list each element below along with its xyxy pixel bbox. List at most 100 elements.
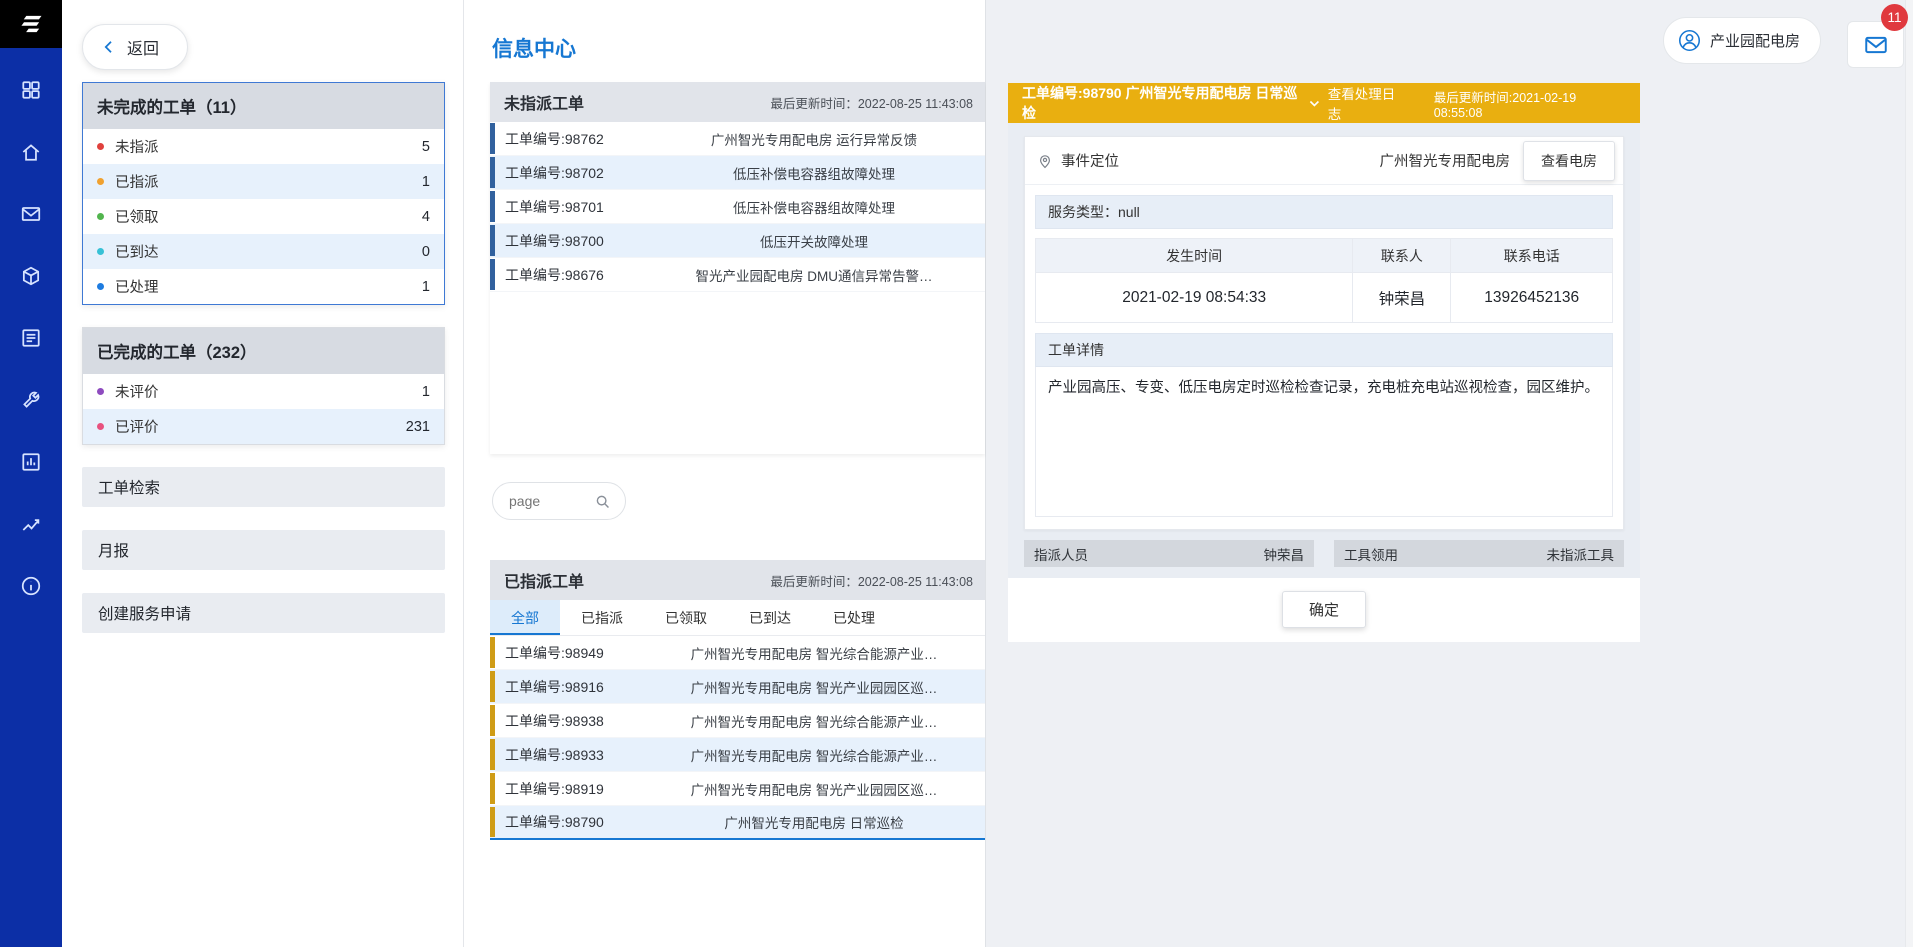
workorder-row[interactable]: 工单编号:98916 广州智光专用配电房 智光产业园园区巡… bbox=[490, 670, 985, 704]
status-dot bbox=[97, 423, 104, 430]
nav-about[interactable] bbox=[19, 574, 43, 598]
sidebar-item-monthly-report[interactable]: 月报 bbox=[82, 530, 445, 570]
view-log-link[interactable]: 查看处理日志 bbox=[1308, 83, 1408, 123]
workorder-row[interactable]: 工单编号:98762 广州智光专用配电房 运行异常反馈 bbox=[490, 122, 985, 156]
view-room-button[interactable]: 查看电房 bbox=[1523, 141, 1615, 181]
status-item-unrated[interactable]: 未评价 1 bbox=[83, 374, 444, 409]
col-header-time: 发生时间 bbox=[1036, 239, 1353, 273]
workorder-id: 工单编号:98700 bbox=[495, 231, 643, 251]
status-label: 已处理 bbox=[115, 276, 159, 297]
event-location-value: 广州智光专用配电房 bbox=[1380, 150, 1511, 171]
status-count: 5 bbox=[422, 139, 430, 155]
nav-dashboard[interactable] bbox=[19, 78, 43, 102]
unassigned-panel-header: 未指派工单 最后更新时间：2022-08-25 11:43:08 bbox=[490, 82, 985, 122]
search-icon[interactable] bbox=[594, 493, 611, 510]
page-scrollbar[interactable] bbox=[1905, 0, 1913, 947]
workorder-desc: 低压开关故障处理 bbox=[643, 231, 985, 251]
workorder-row[interactable]: 工单编号:98938 广州智光专用配电房 智光综合能源产业… bbox=[490, 704, 985, 738]
tab-processed[interactable]: 已处理 bbox=[812, 600, 896, 635]
mail-icon bbox=[20, 203, 42, 225]
logo-icon bbox=[17, 12, 45, 36]
page-search-input[interactable] bbox=[509, 493, 581, 509]
status-item-assigned[interactable]: 已指派 1 bbox=[83, 164, 444, 199]
grid-icon bbox=[20, 79, 42, 101]
status-count: 1 bbox=[422, 384, 430, 400]
workorder-desc: 广州智光专用配电房 智光产业园园区巡… bbox=[643, 779, 985, 799]
nav-messages[interactable] bbox=[19, 202, 43, 226]
status-label: 已到达 bbox=[115, 241, 159, 262]
workorder-row[interactable]: 工单编号:98919 广州智光专用配电房 智光产业园园区巡… bbox=[490, 772, 985, 806]
workorder-id: 工单编号:98676 bbox=[495, 265, 643, 285]
notification-count-badge: 11 bbox=[1881, 4, 1908, 31]
panel-title: 已指派工单 bbox=[504, 568, 584, 592]
status-item-rated[interactable]: 已评价 231 bbox=[83, 409, 444, 444]
tab-arrived[interactable]: 已到达 bbox=[728, 600, 812, 635]
workorder-row-selected[interactable]: 工单编号:98790 广州智光专用配电房 日常巡检 bbox=[490, 806, 985, 840]
panel-updated-time: 最后更新时间：2022-08-25 11:43:08 bbox=[770, 93, 973, 112]
status-item-claimed[interactable]: 已领取 4 bbox=[83, 199, 444, 234]
status-count: 1 bbox=[422, 174, 430, 190]
unfinished-orders-card: 未完成的工单（11） 未指派 5 已指派 1 已领取 4 已到达 0 已处理 1 bbox=[82, 82, 445, 305]
contact-table: 发生时间 联系人 联系电话 2021-02-19 08:54:33 钟荣昌 13… bbox=[1035, 238, 1613, 323]
page-title: 信息中心 bbox=[492, 33, 985, 63]
panel-updated-time: 最后更新时间：2022-08-25 11:43:08 bbox=[770, 571, 973, 590]
chevron-left-icon bbox=[101, 39, 117, 55]
status-count: 1 bbox=[422, 279, 430, 295]
workorder-desc: 智光产业园配电房 DMU通信异常告警… bbox=[643, 265, 985, 285]
assigned-order-list: 工单编号:98949 广州智光专用配电房 智光综合能源产业… 工单编号:9891… bbox=[490, 636, 985, 840]
detail-area: 工单编号:98790 广州智光专用配电房 日常巡检 查看处理日志 最后更新时间:… bbox=[986, 0, 1913, 947]
status-item-unassigned[interactable]: 未指派 5 bbox=[83, 129, 444, 164]
workorder-row[interactable]: 工单编号:98933 广州智光专用配电房 智光综合能源产业… bbox=[490, 738, 985, 772]
workorder-details-text: 产业园高压、专变、低压电房定时巡检检查记录，充电桩充电站巡视检查，园区维护。 bbox=[1035, 367, 1613, 517]
workorder-id: 工单编号:98702 bbox=[495, 163, 643, 183]
nav-reports[interactable] bbox=[19, 326, 43, 350]
panel-title: 未指派工单 bbox=[504, 90, 584, 114]
tools-value: 未指派工具 bbox=[1547, 544, 1615, 564]
detail-title: 工单编号:98790 广州智光专用配电房 日常巡检 bbox=[1022, 83, 1308, 123]
tab-all[interactable]: 全部 bbox=[490, 600, 560, 635]
status-item-arrived[interactable]: 已到达 0 bbox=[83, 234, 444, 269]
nav-statistics[interactable] bbox=[19, 450, 43, 474]
nav-home[interactable] bbox=[19, 140, 43, 164]
assignee-value: 钟荣昌 bbox=[1264, 544, 1305, 564]
workorder-row[interactable]: 工单编号:98701 低压补偿电容器组故障处理 bbox=[490, 190, 985, 224]
workorder-desc: 广州智光专用配电房 运行异常反馈 bbox=[643, 129, 985, 149]
workorder-desc: 低压补偿电容器组故障处理 bbox=[643, 197, 985, 217]
tools-bar: 工具领用 未指派工具 bbox=[1334, 540, 1624, 567]
confirm-button[interactable]: 确定 bbox=[1282, 591, 1366, 628]
workorder-row[interactable]: 工单编号:98702 低压补偿电容器组故障处理 bbox=[490, 156, 985, 190]
workorder-detail-card: 事件定位 广州智光专用配电房 查看电房 服务类型：null 发生时间 联系人 联… bbox=[1024, 136, 1624, 530]
status-item-processed[interactable]: 已处理 1 bbox=[83, 269, 444, 304]
workorder-row[interactable]: 工单编号:98949 广州智光专用配电房 智光综合能源产业… bbox=[490, 636, 985, 670]
service-type-bar: 服务类型：null bbox=[1035, 195, 1613, 229]
workorder-id: 工单编号:98762 bbox=[495, 129, 643, 149]
workorder-row[interactable]: 工单编号:98676 智光产业园配电房 DMU通信异常告警… bbox=[490, 258, 985, 292]
app-logo[interactable] bbox=[0, 0, 62, 48]
nav-maintenance[interactable] bbox=[19, 388, 43, 412]
status-count: 231 bbox=[406, 419, 430, 435]
tab-claimed[interactable]: 已领取 bbox=[644, 600, 728, 635]
sidebar-item-order-search[interactable]: 工单检索 bbox=[82, 467, 445, 507]
assigned-panel-header: 已指派工单 最后更新时间：2022-08-25 11:43:08 bbox=[490, 560, 985, 600]
workorder-row[interactable]: 工单编号:98700 低压开关故障处理 bbox=[490, 224, 985, 258]
tools-label: 工具领用 bbox=[1344, 544, 1398, 564]
workorder-id: 工单编号:98916 bbox=[495, 677, 643, 697]
sidebar-item-create-service-request[interactable]: 创建服务申请 bbox=[82, 593, 445, 633]
status-dot bbox=[97, 143, 104, 150]
current-user-pill[interactable]: 产业园配电房 bbox=[1663, 17, 1821, 64]
unfinished-orders-title: 未完成的工单（11） bbox=[83, 83, 444, 129]
col-header-phone: 联系电话 bbox=[1451, 239, 1613, 273]
package-icon bbox=[20, 265, 42, 287]
assigned-orders-panel: 已指派工单 最后更新时间：2022-08-25 11:43:08 全部 已指派 … bbox=[490, 560, 985, 840]
current-user-label: 产业园配电房 bbox=[1710, 30, 1800, 51]
nav-assets[interactable] bbox=[19, 264, 43, 288]
chart-line-icon bbox=[20, 513, 42, 535]
status-dot bbox=[97, 283, 104, 290]
workorder-id: 工单编号:98938 bbox=[495, 711, 643, 731]
nav-trends[interactable] bbox=[19, 512, 43, 536]
list-icon bbox=[20, 327, 42, 349]
tab-assigned[interactable]: 已指派 bbox=[560, 600, 644, 635]
back-button[interactable]: 返回 bbox=[82, 24, 188, 70]
detail-footer: 确定 bbox=[1008, 578, 1640, 642]
workorder-desc: 广州智光专用配电房 智光综合能源产业… bbox=[643, 745, 985, 765]
